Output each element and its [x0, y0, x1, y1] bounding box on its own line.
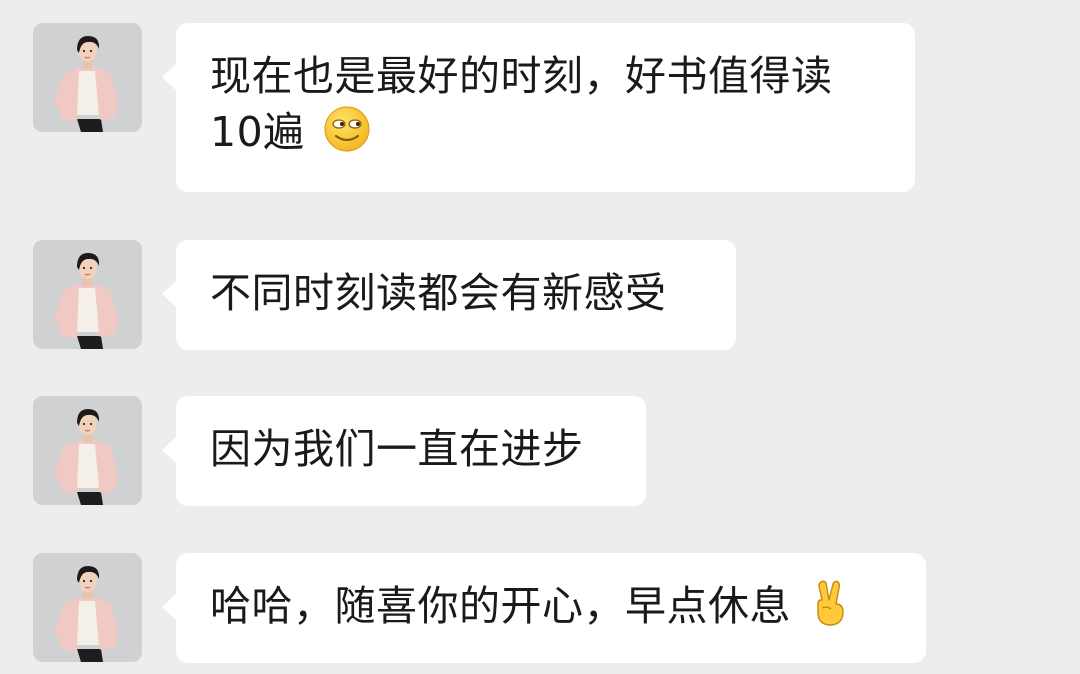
message-bubble[interactable]: 哈哈，随喜你的开心，早点休息 [162, 553, 926, 663]
contact-avatar[interactable] [33, 240, 142, 349]
message-text: 哈哈，随喜你的开心，早点休息 [210, 582, 791, 630]
contact-avatar[interactable] [33, 23, 142, 132]
message-bubble[interactable]: 现在也是最好的时刻，好书值得读 10遍 [162, 23, 915, 192]
avatar-image [33, 240, 142, 349]
avatar-image [33, 396, 142, 505]
smirk-face-icon [322, 104, 372, 168]
message-text-line: 哈哈，随喜你的开心，早点休息 [210, 578, 892, 642]
message-bubble[interactable]: 不同时刻读都会有新感受 [162, 240, 736, 350]
chat-window: 现在也是最好的时刻，好书值得读 10遍 不同时刻读都会有新感受 因为我们一直在进… [0, 0, 1080, 674]
victory-hand-icon [809, 578, 853, 642]
avatar-image [33, 553, 142, 662]
contact-avatar[interactable] [33, 396, 142, 505]
avatar-image [33, 23, 142, 132]
message-text-line: 现在也是最好的时刻，好书值得读 [210, 52, 833, 100]
message-text: 10遍 [210, 108, 305, 156]
message-text: 因为我们一直在进步 [210, 425, 584, 473]
message-text-line: 10遍 [210, 104, 881, 168]
message-text: 不同时刻读都会有新感受 [210, 269, 667, 317]
message-bubble[interactable]: 因为我们一直在进步 [162, 396, 646, 506]
contact-avatar[interactable] [33, 553, 142, 662]
